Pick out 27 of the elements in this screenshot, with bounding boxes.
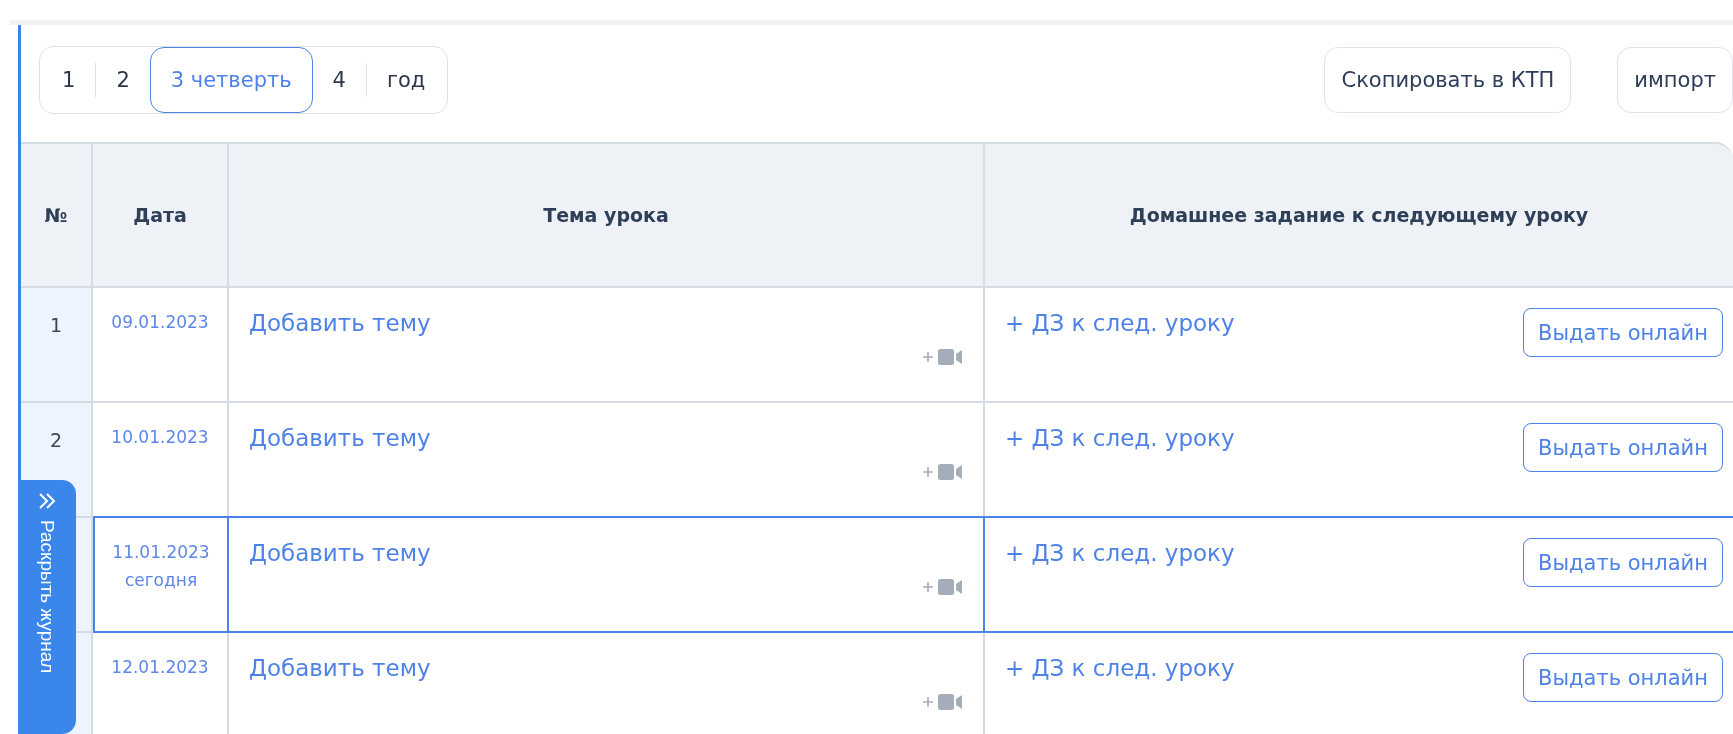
add-topic-link[interactable]: Добавить тему [249,540,431,566]
lesson-date: 09.01.2023 [111,311,209,334]
add-homework-link[interactable]: + ДЗ к след. уроку [1005,540,1235,566]
period-tab[interactable]: 3 четверть [149,47,313,113]
lesson-date: 12.01.2023 [111,656,209,679]
add-homework-link[interactable]: + ДЗ к след. уроку [1005,310,1235,336]
column-header: № [21,142,93,288]
add-topic-link[interactable]: Добавить тему [249,310,431,336]
column-header: Тема урока [229,142,985,288]
expand-journal-tab[interactable]: Раскрыть журнал [18,480,76,734]
row-number: 1 [48,313,64,336]
column-header: Дата [93,142,229,288]
import-button[interactable]: импорт [1617,47,1733,113]
add-homework-link[interactable]: + ДЗ к след. уроку [1005,425,1235,451]
add-topic-link[interactable]: Добавить тему [249,655,431,681]
lesson-date: 11.01.2023 [112,541,210,564]
row-number: 2 [48,428,64,451]
publish-online-button[interactable]: Выдать онлайн [1523,423,1723,472]
today-label: сегодня [124,569,198,592]
lesson-date: 10.01.2023 [111,426,209,449]
publish-online-button[interactable]: Выдать онлайн [1523,653,1723,702]
publish-online-button[interactable]: Выдать онлайн [1523,308,1723,357]
copy-button[interactable]: Скопировать в КТП [1324,47,1572,113]
add-homework-link[interactable]: + ДЗ к след. уроку [1005,655,1235,681]
publish-online-button[interactable]: Выдать онлайн [1523,538,1723,587]
add-topic-link[interactable]: Добавить тему [249,425,431,451]
column-header: Домашнее задание к следующему уроку [985,142,1733,288]
